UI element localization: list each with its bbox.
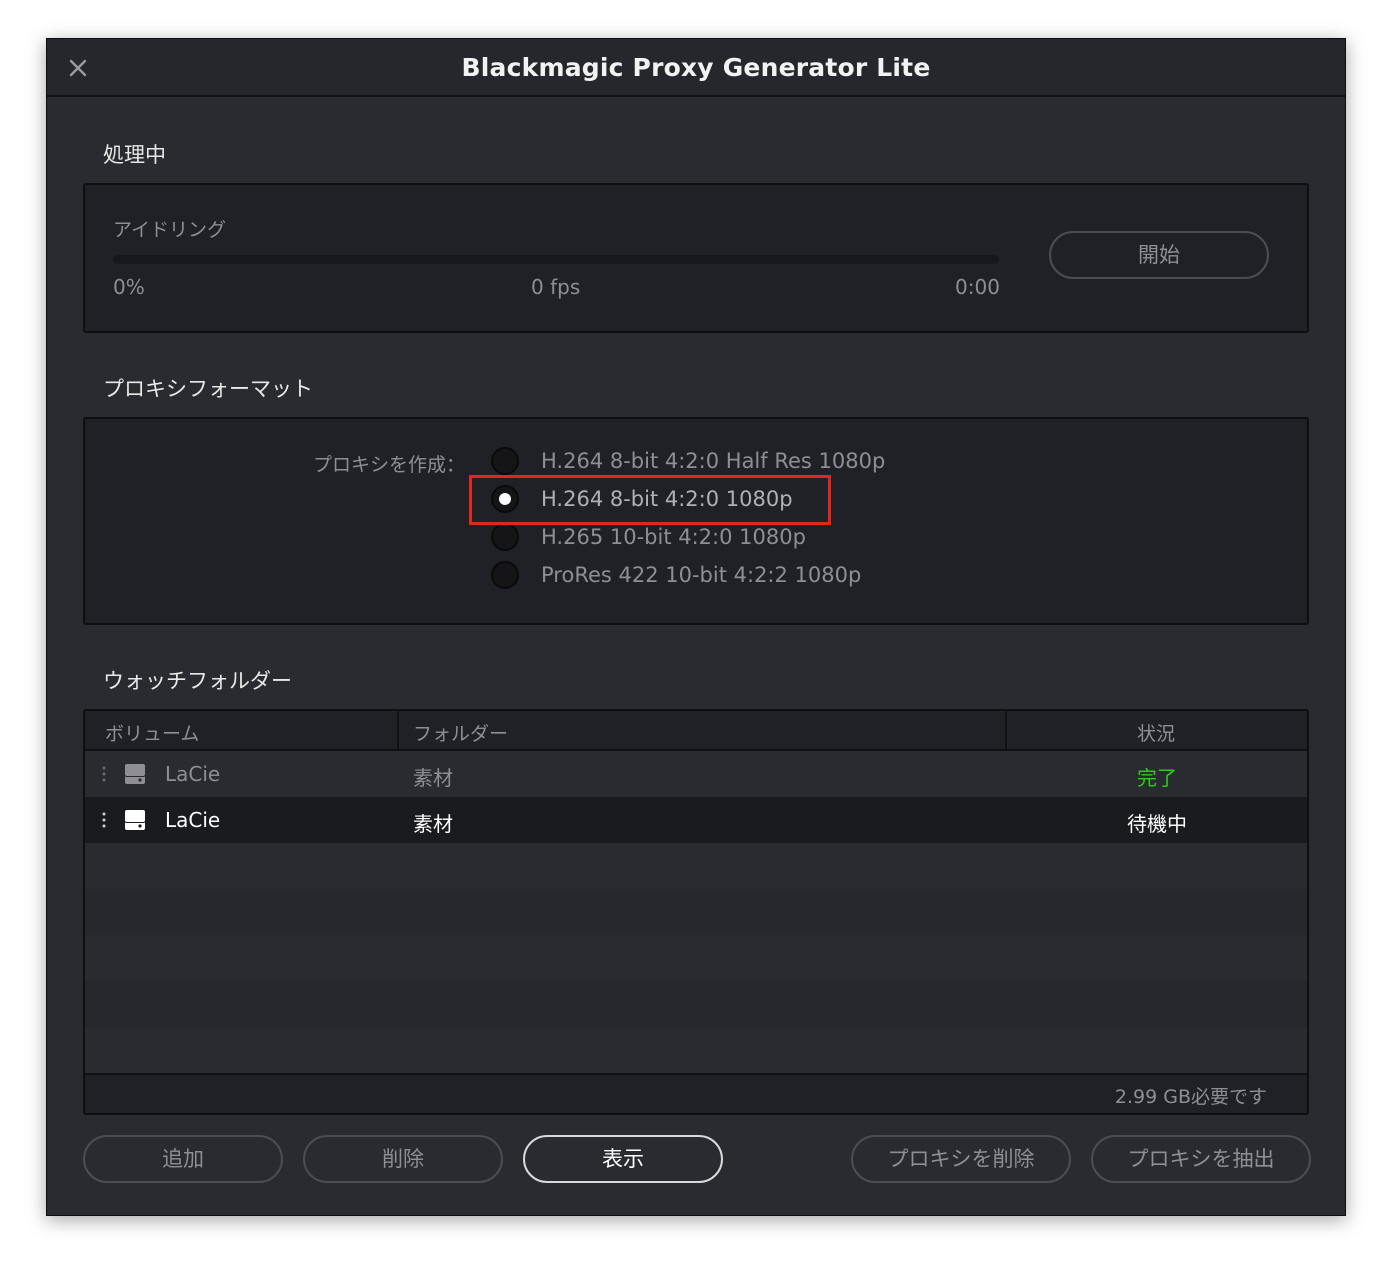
empty-row	[85, 981, 1307, 1027]
format-option-label: ProRes 422 10-bit 4:2:2 1080p	[541, 563, 862, 587]
app-window: Blackmagic Proxy Generator Lite 処理中 アイドリ…	[46, 38, 1346, 1216]
fps-readout: 0 fps	[531, 275, 581, 299]
table-header: ボリューム フォルダー 状況	[85, 711, 1307, 751]
folder-name: 素材	[413, 812, 453, 836]
watch-folders-table: ボリューム フォルダー 状況 LaCie 素材 完了 LaCie 素材 待機中 …	[83, 709, 1309, 1115]
column-divider[interactable]	[1005, 711, 1007, 749]
radio-button[interactable]	[491, 447, 519, 475]
add-button[interactable]: 追加	[83, 1135, 283, 1183]
table-row[interactable]: LaCie 素材 完了	[85, 751, 1307, 797]
table-row[interactable]: LaCie 素材 待機中	[85, 797, 1307, 843]
radio-button[interactable]	[491, 561, 519, 589]
format-option-h264-half-res[interactable]: H.264 8-bit 4:2:0 Half Res 1080p	[491, 443, 885, 479]
proxy-format-section-title: プロキシフォーマット	[103, 377, 313, 401]
drag-handle-icon[interactable]	[101, 812, 107, 828]
status-complete: 完了	[1137, 766, 1177, 790]
delete-proxy-button[interactable]: プロキシを削除	[851, 1135, 1071, 1183]
time-readout: 0:00	[955, 275, 1000, 299]
folder-name: 素材	[413, 766, 453, 790]
table-footer: 2.99 GB必要です	[85, 1073, 1307, 1113]
empty-row	[85, 889, 1307, 935]
progress-bar	[113, 255, 999, 264]
processing-section-title: 処理中	[103, 143, 166, 167]
watch-folders-section-title: ウォッチフォルダー	[103, 669, 292, 693]
column-header-volume[interactable]: ボリューム	[105, 719, 199, 746]
processing-status: アイドリング	[113, 219, 227, 241]
hard-drive-icon	[125, 810, 145, 830]
start-button[interactable]: 開始	[1049, 231, 1269, 279]
volume-name: LaCie	[165, 762, 221, 786]
column-header-status[interactable]: 状況	[1137, 719, 1175, 746]
extract-proxy-button[interactable]: プロキシを抽出	[1091, 1135, 1311, 1183]
status-waiting: 待機中	[1127, 812, 1187, 836]
selection-highlight-box	[469, 475, 831, 525]
hard-drive-icon	[125, 764, 145, 784]
space-required: 2.99 GB必要です	[1114, 1086, 1267, 1108]
processing-panel: アイドリング 0% 0 fps 0:00 開始	[83, 183, 1309, 333]
format-option-label: H.265 10-bit 4:2:0 1080p	[541, 525, 806, 549]
title-bar: Blackmagic Proxy Generator Lite	[47, 39, 1345, 97]
drag-handle-icon[interactable]	[101, 766, 107, 782]
empty-row	[85, 935, 1307, 981]
radio-button[interactable]	[491, 523, 519, 551]
create-proxy-label: プロキシを作成：	[313, 454, 466, 476]
empty-row	[85, 1027, 1307, 1073]
column-divider[interactable]	[397, 711, 399, 749]
progress-percent: 0%	[113, 275, 145, 299]
column-header-folder[interactable]: フォルダー	[413, 719, 508, 746]
proxy-format-panel: プロキシを作成： H.264 8-bit 4:2:0 Half Res 1080…	[83, 417, 1309, 625]
window-title: Blackmagic Proxy Generator Lite	[461, 53, 931, 82]
remove-button[interactable]: 削除	[303, 1135, 503, 1183]
show-button[interactable]: 表示	[523, 1135, 723, 1183]
format-option-label: H.264 8-bit 4:2:0 Half Res 1080p	[541, 449, 886, 473]
format-option-prores-422[interactable]: ProRes 422 10-bit 4:2:2 1080p	[491, 557, 861, 593]
volume-name: LaCie	[165, 808, 221, 832]
empty-row	[85, 843, 1307, 889]
